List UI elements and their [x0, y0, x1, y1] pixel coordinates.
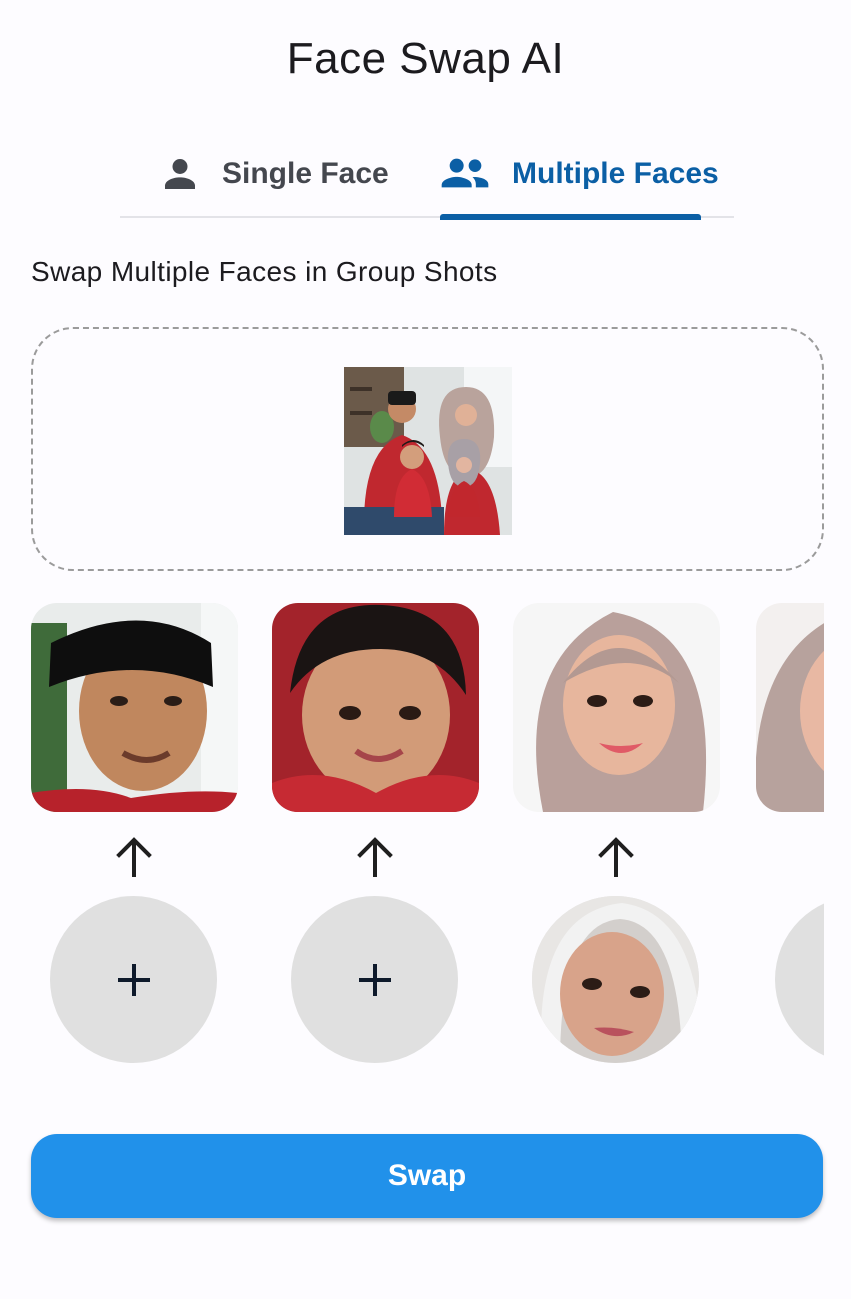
arrow-up-icon: [598, 837, 634, 877]
group-photo-thumbnail[interactable]: [344, 367, 512, 535]
faces-carousel[interactable]: [31, 603, 824, 1073]
arrow-up-icon: [116, 837, 152, 877]
target-face-card[interactable]: [272, 603, 479, 812]
woman-face-photo: [513, 603, 720, 812]
page-title: Face Swap AI: [286, 34, 565, 83]
person-icon: [165, 159, 195, 189]
tab-single-face[interactable]: Single Face: [160, 130, 389, 218]
boy-face-photo: [272, 603, 479, 812]
source-face-photo: [532, 896, 699, 1063]
source-face-slot[interactable]: [50, 896, 217, 1063]
group-family-photo: [344, 367, 512, 535]
girl-face-photo: [756, 603, 824, 812]
tab-multiple-faces[interactable]: Multiple Faces: [440, 130, 719, 218]
tab-bar: Single Face Multiple Faces: [120, 130, 734, 220]
tab-multiple-faces-label: Multiple Faces: [512, 157, 719, 190]
plus-icon: [358, 963, 391, 996]
app-root: Face Swap AI Single Face Multiple Faces …: [0, 0, 851, 1299]
face-pair: [31, 603, 238, 1073]
source-face-slot[interactable]: [532, 896, 699, 1063]
tab-single-face-label: Single Face: [222, 157, 389, 190]
man-face-photo: [31, 603, 238, 812]
section-subtitle: Swap Multiple Faces in Group Shots: [31, 256, 498, 287]
target-face-card[interactable]: [513, 603, 720, 812]
swap-button[interactable]: Swap: [31, 1134, 823, 1218]
source-face-slot[interactable]: [775, 896, 824, 1063]
target-face-card[interactable]: [31, 603, 238, 812]
plus-icon: [117, 963, 150, 996]
face-pair: [272, 603, 479, 1073]
face-pair: [756, 603, 824, 1073]
arrow-up-icon: [357, 837, 393, 877]
group-icon: [441, 158, 489, 188]
face-pair: [513, 603, 720, 1073]
target-face-card[interactable]: [756, 603, 824, 812]
tab-selected-indicator: [440, 214, 701, 220]
group-photo-dropzone[interactable]: [31, 327, 824, 571]
source-face-slot[interactable]: [291, 896, 458, 1063]
